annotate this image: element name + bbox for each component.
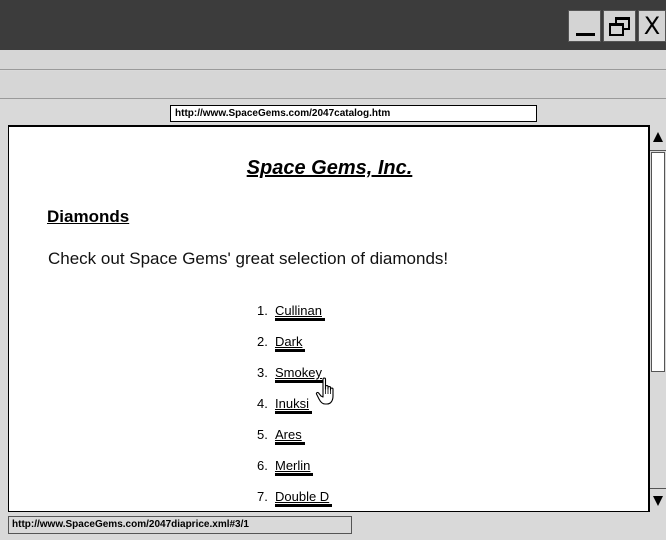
- list-number: 6.: [257, 458, 268, 473]
- list-number: 7.: [257, 489, 268, 504]
- minimize-button[interactable]: [568, 10, 601, 42]
- address-input[interactable]: http://www.SpaceGems.com/2047catalog.htm: [170, 105, 537, 122]
- diamond-list: 1. Cullinan 2. Dark 3. Smokey 4. Inuksi 5. Ar…: [257, 303, 333, 511]
- page-content: Space Gems, Inc. Diamonds Check out Spac…: [8, 125, 649, 512]
- intro-text: Check out Space Gems' great selection of…: [48, 249, 449, 268]
- list-item: 6. Merlin: [257, 458, 332, 489]
- section-heading: Diamonds: [47, 207, 130, 226]
- list-number: 2.: [257, 334, 268, 349]
- arrow-down-icon: [653, 496, 663, 506]
- title-bar[interactable]: X: [0, 0, 666, 50]
- list-item: 7. Double D: [257, 489, 333, 511]
- list-number: 3.: [257, 365, 268, 380]
- browser-window: X http://www.SpaceGems.com/2047catalog.h…: [0, 0, 666, 540]
- hand-pointer-icon: [315, 377, 334, 405]
- toolbar: [0, 71, 666, 99]
- arrow-up-icon: [653, 132, 663, 142]
- list-number: 1.: [257, 303, 268, 318]
- list-number: 4.: [257, 396, 268, 411]
- list-item: 2. Dark: [257, 334, 332, 365]
- close-button[interactable]: X: [638, 10, 666, 42]
- scroll-track[interactable]: [650, 152, 666, 487]
- list-item: 5. Ares: [257, 427, 332, 458]
- diamond-link-dark[interactable]: Dark: [275, 334, 306, 352]
- diamond-link-inuksi[interactable]: Inuksi: [275, 396, 312, 414]
- menu-bar: [0, 50, 666, 70]
- restore-button[interactable]: [603, 10, 636, 42]
- scroll-down-button[interactable]: [650, 488, 666, 512]
- scroll-up-button[interactable]: [650, 127, 666, 151]
- close-icon: X: [643, 12, 661, 40]
- status-text: http://www.SpaceGems.com/2047diaprice.xm…: [8, 516, 352, 534]
- vertical-scrollbar[interactable]: [649, 125, 666, 512]
- diamond-link-cullinan[interactable]: Cullinan: [275, 303, 325, 321]
- diamond-link-merlin[interactable]: Merlin: [275, 458, 314, 476]
- list-number: 5.: [257, 427, 268, 442]
- minimize-icon: [576, 33, 595, 36]
- list-item: 1. Cullinan: [257, 303, 332, 334]
- diamond-link-ares[interactable]: Ares: [275, 427, 305, 445]
- site-title: Space Gems, Inc.: [246, 157, 413, 179]
- status-bar: http://www.SpaceGems.com/2047diaprice.xm…: [0, 512, 666, 540]
- address-bar-row: http://www.SpaceGems.com/2047catalog.htm: [0, 100, 666, 125]
- diamond-link-double-d[interactable]: Double D: [275, 489, 333, 507]
- scroll-thumb[interactable]: [651, 152, 665, 372]
